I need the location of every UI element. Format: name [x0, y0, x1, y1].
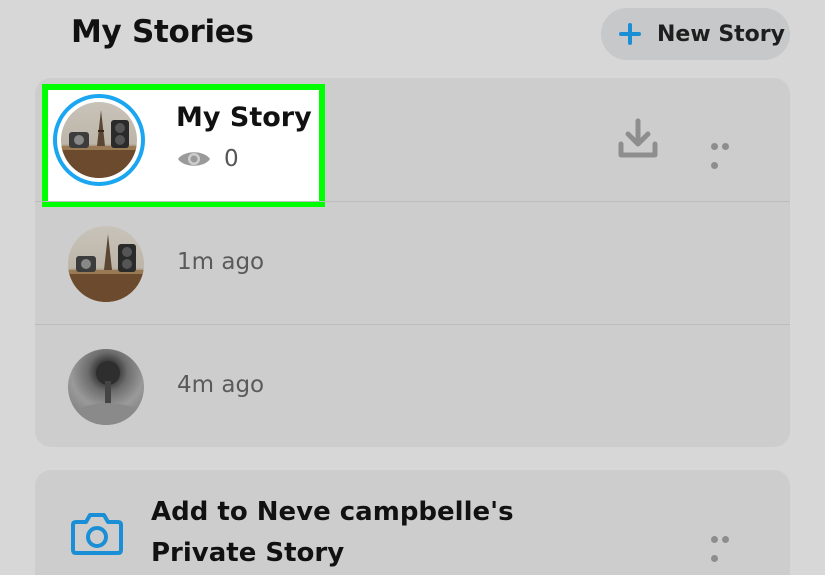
private-story-line1: Add to Neve campbelle's: [151, 497, 514, 527]
header: My Stories New Story: [0, 0, 825, 70]
new-story-label: New Story: [657, 21, 785, 47]
eiffel-camera-thumbnail: [68, 234, 144, 302]
story-avatar-ring[interactable]: [53, 94, 145, 186]
avatar: [61, 102, 137, 178]
story-item[interactable]: 1m ago: [35, 201, 790, 324]
download-icon[interactable]: [617, 118, 659, 160]
new-story-button[interactable]: New Story: [601, 8, 790, 60]
plus-icon: [617, 21, 643, 47]
my-story-title: My Story: [176, 102, 312, 133]
eiffel-camera-thumbnail: [61, 110, 137, 178]
page-title: My Stories: [71, 14, 254, 50]
story-thumbnail: [68, 226, 144, 302]
my-stories-card: My Story 0 1m ago 4m ago: [35, 78, 790, 447]
camera-icon: [71, 513, 123, 555]
my-story-row[interactable]: My Story 0: [35, 78, 790, 207]
private-story-label: Add to Neve campbelle's Private Story: [151, 492, 621, 574]
more-options-icon[interactable]: [711, 135, 743, 169]
view-count-value: 0: [224, 146, 239, 172]
story-thumbnail: [68, 349, 144, 425]
more-options-icon[interactable]: [711, 528, 743, 562]
story-item[interactable]: 4m ago: [35, 324, 790, 447]
story-time: 4m ago: [177, 372, 265, 398]
view-count: 0: [176, 146, 239, 172]
eye-icon: [178, 152, 210, 166]
story-time: 1m ago: [177, 249, 265, 275]
private-story-line2: Private Story: [151, 538, 345, 568]
private-story-card[interactable]: Add to Neve campbelle's Private Story: [35, 470, 790, 575]
dark-object-thumbnail: [78, 361, 138, 425]
